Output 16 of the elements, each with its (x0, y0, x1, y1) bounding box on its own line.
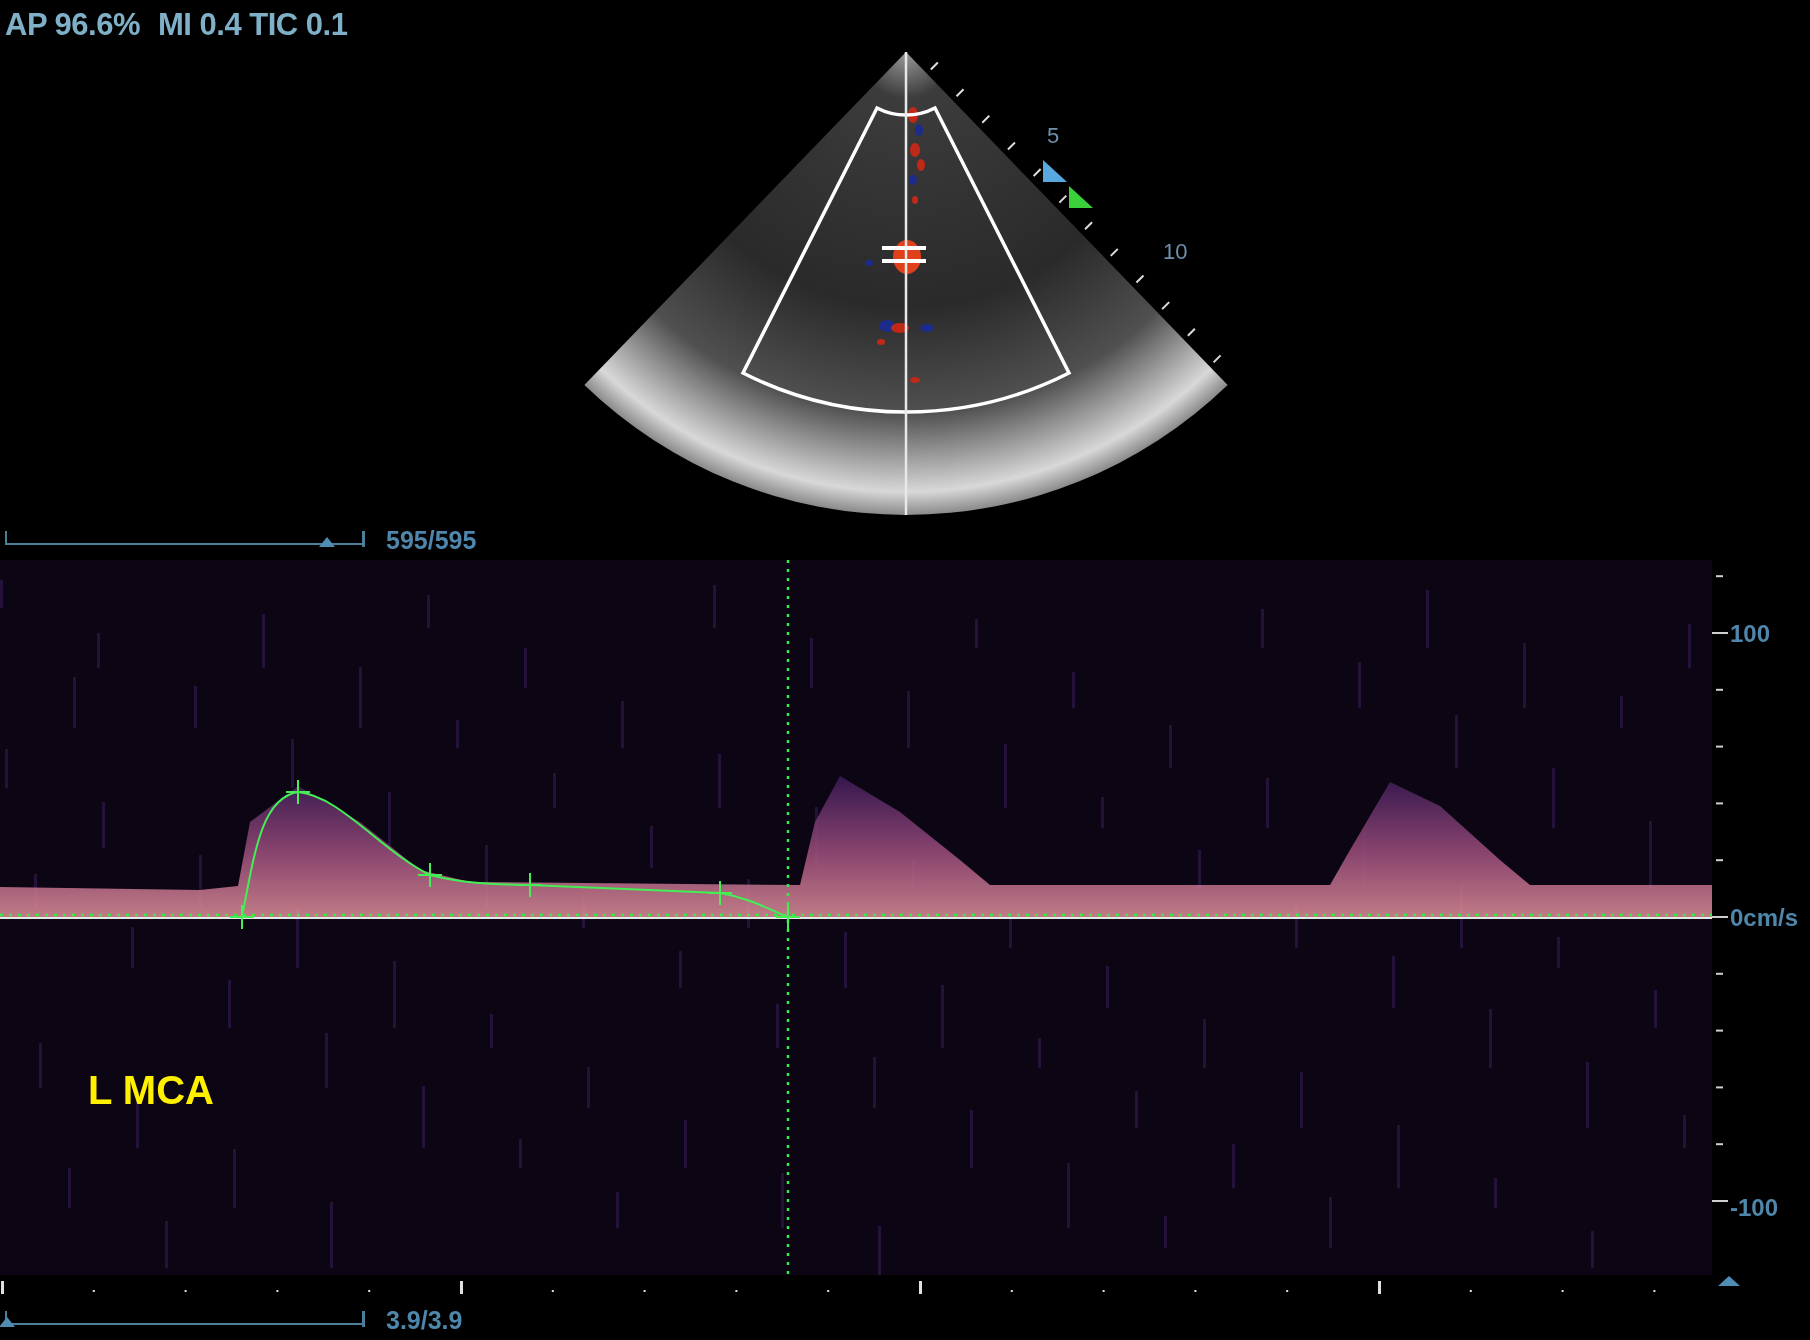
slider-reading: 3.9/3.9 (386, 1305, 463, 1335)
sample-gate-icon (882, 246, 926, 263)
slider-reading: 595/595 (386, 525, 477, 555)
index-reading: MI 0.4 TIC 0.1 (158, 7, 348, 43)
depth-label: 10 (1163, 239, 1188, 264)
triangle-marker-icon (1718, 1276, 1740, 1286)
depth-label: 5 (1047, 123, 1060, 148)
velocity-label: 100 (1730, 620, 1771, 647)
slider-thumb[interactable] (0, 1316, 15, 1327)
acoustic-power-reading: AP 96.6% (5, 7, 140, 43)
focus-marker-icon (1069, 186, 1093, 208)
velocity-label: 0cm/s (1730, 904, 1799, 931)
velocity-label: -100 (1730, 1194, 1779, 1221)
slider-thumb[interactable] (319, 536, 336, 547)
vessel-label: L MCA (88, 1068, 214, 1113)
focus-marker-icon (1043, 160, 1067, 182)
